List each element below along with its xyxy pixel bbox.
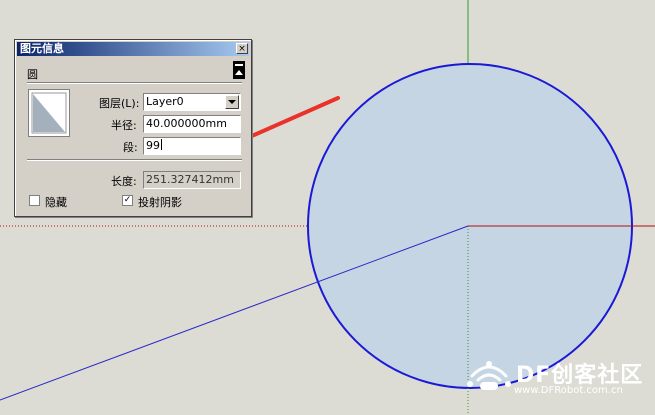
hidden-checkbox[interactable] xyxy=(29,195,40,206)
material-swatch-icon xyxy=(31,92,67,134)
text-caret xyxy=(161,139,162,150)
close-button[interactable]: × xyxy=(236,43,248,54)
watermark-url: www.DFRobot.com.cn xyxy=(514,385,623,396)
panel-title: 图元信息 xyxy=(20,42,64,55)
radius-field[interactable]: 40.000000mm xyxy=(143,115,241,133)
collapse-toggle-button[interactable] xyxy=(233,61,245,79)
chevron-down-icon[interactable] xyxy=(225,95,239,109)
length-value: 251.327412mm xyxy=(146,173,234,186)
material-swatch[interactable] xyxy=(28,89,70,137)
length-field: 251.327412mm xyxy=(143,171,241,189)
hidden-label: 隐藏 xyxy=(45,196,67,209)
radius-label: 半径: xyxy=(111,119,137,132)
dfrobot-logo-icon xyxy=(467,361,511,390)
length-label: 长度: xyxy=(111,175,137,188)
collapse-triangle-icon xyxy=(235,70,243,75)
layer-label: 图层(L): xyxy=(99,97,140,110)
cast-shadow-checkbox[interactable]: ✓ xyxy=(122,195,133,206)
entity-type-label: 圆 xyxy=(27,68,38,81)
panel-titlebar[interactable]: 图元信息 × xyxy=(17,42,249,56)
segments-label: 段: xyxy=(123,141,138,154)
cast-shadow-label: 投射阴影 xyxy=(138,196,182,209)
segments-value: 99 xyxy=(146,139,160,152)
separator-bottom xyxy=(27,159,242,161)
radius-value: 40.000000mm xyxy=(146,117,227,130)
entity-info-panel: 图元信息 × 圆 图层(L): Layer0 半径: 40.000000mm 段… xyxy=(14,39,252,217)
dfrobot-watermark: DF创客社区 www.DFRobot.com.cn xyxy=(466,348,652,404)
layer-select-value: Layer0 xyxy=(146,95,184,108)
collapse-bar-icon xyxy=(235,64,243,66)
separator-top xyxy=(27,82,242,84)
layer-select[interactable]: Layer0 xyxy=(143,93,241,111)
segments-field[interactable]: 99 xyxy=(143,137,241,155)
